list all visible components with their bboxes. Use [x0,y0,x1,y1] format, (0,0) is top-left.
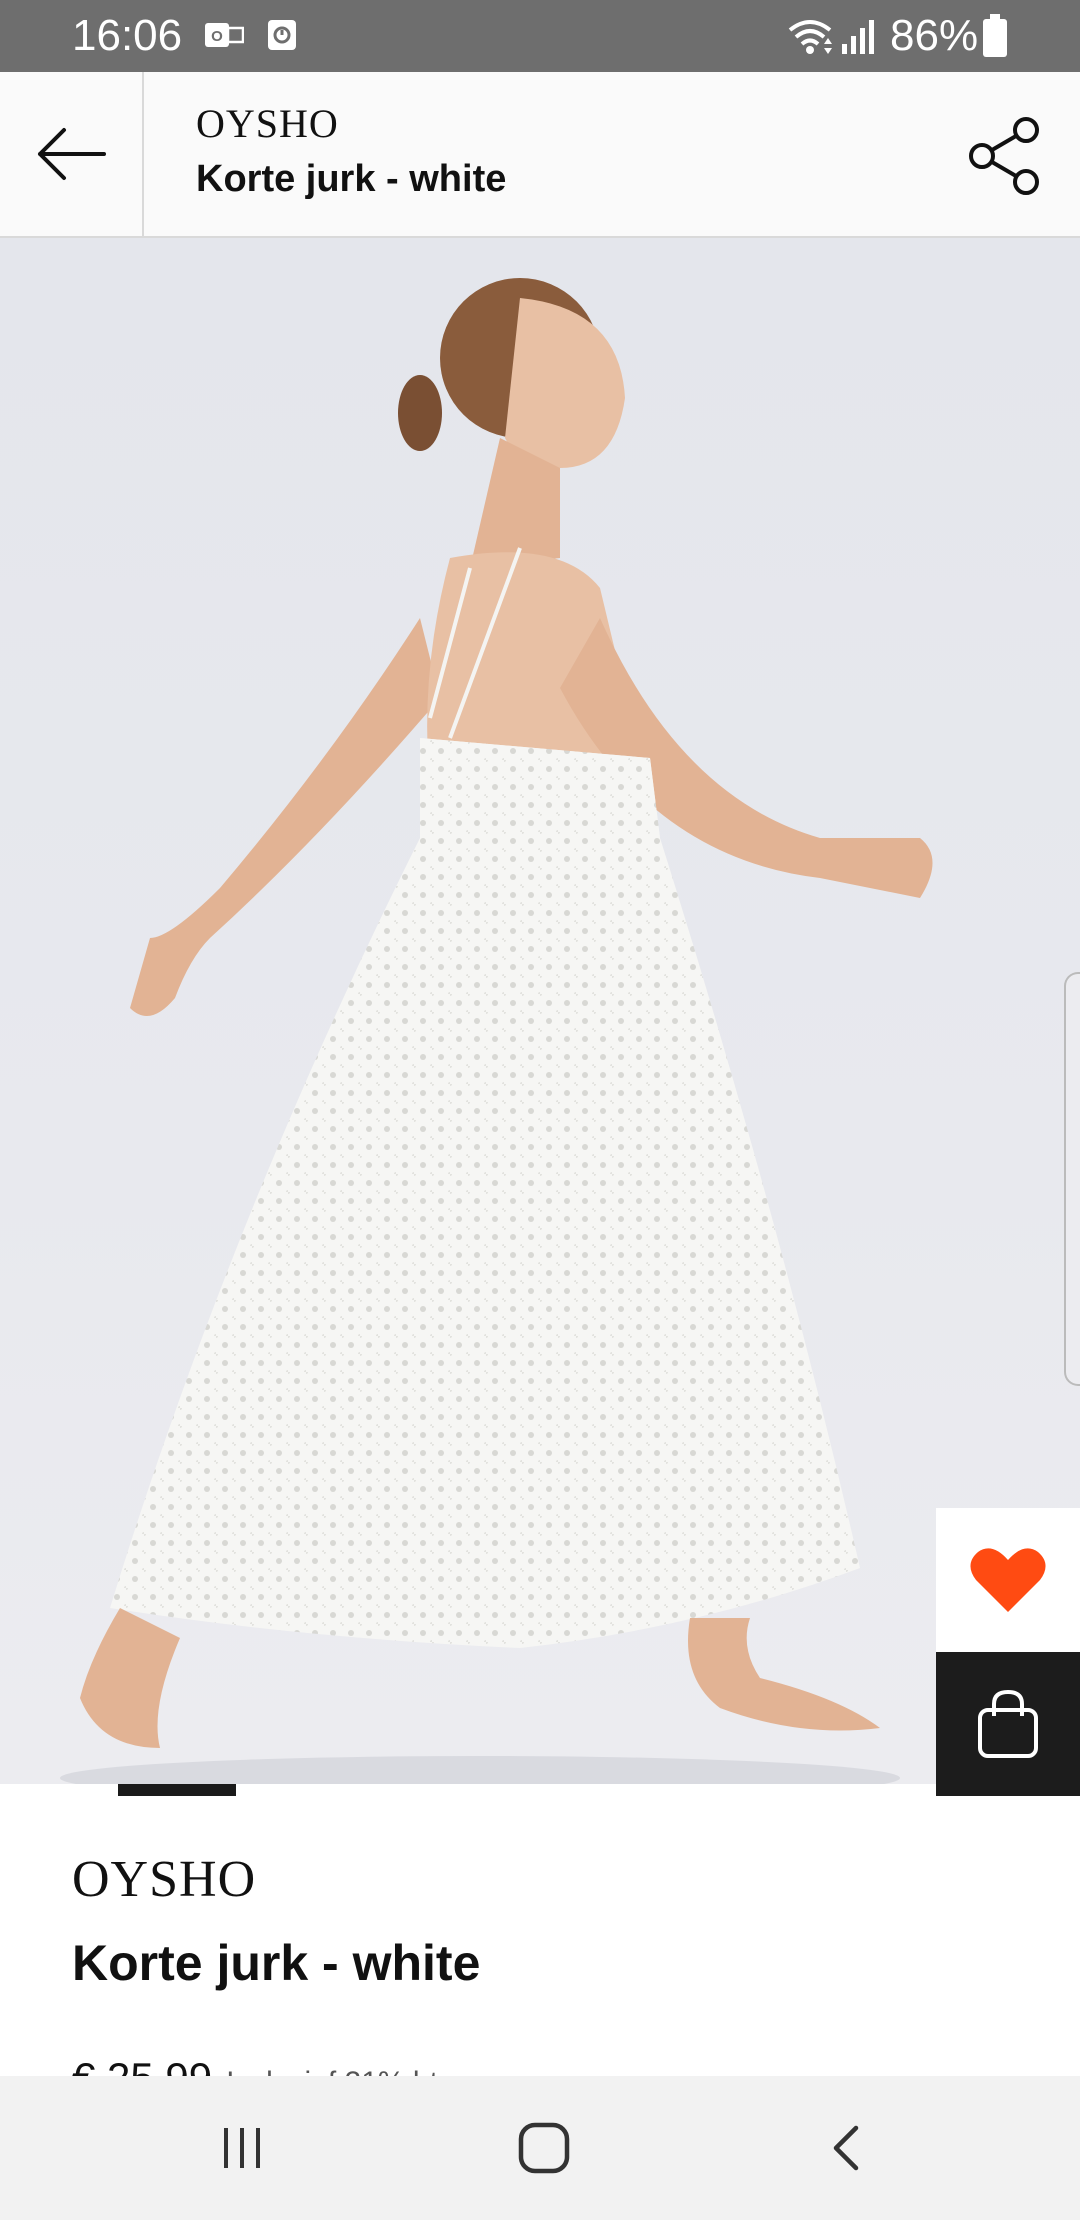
recent-apps-icon[interactable] [216,2122,268,2174]
home-icon[interactable] [516,2120,572,2176]
svg-text:O: O [211,28,223,45]
model-illustration [60,278,933,1784]
header-brand: OYSHO [196,101,339,146]
battery-percentage: 86% [890,11,979,60]
back-icon[interactable] [822,2122,874,2174]
system-nav-bar [0,2076,1080,2220]
screen-record-icon [268,20,296,50]
share-icon[interactable] [966,116,1046,196]
wifi-icon [788,20,832,54]
status-time: 16:06 [72,11,183,60]
add-to-bag-button[interactable] [936,1652,1080,1796]
app-header: OYSHO Korte jurk - white [0,72,1080,238]
shopping-bag-icon [978,1689,1038,1758]
arrow-left-icon [38,128,106,180]
signal-icon [842,20,874,54]
battery-icon [983,14,1007,57]
back-button[interactable] [0,72,144,236]
favorite-button[interactable] [936,1508,1080,1652]
outlook-icon: O [205,23,244,47]
product-image[interactable] [0,238,1080,1784]
gallery-indicator-active [118,1784,236,1796]
status-bar: 16:06 O 86% [0,0,1080,72]
heart-icon [970,1548,1046,1612]
product-brand: OYSHO [72,1851,257,1908]
header-title: Korte jurk - white [196,158,507,200]
side-scroll-handle[interactable] [1064,972,1080,1386]
product-title: Korte jurk - white [72,1935,481,1991]
